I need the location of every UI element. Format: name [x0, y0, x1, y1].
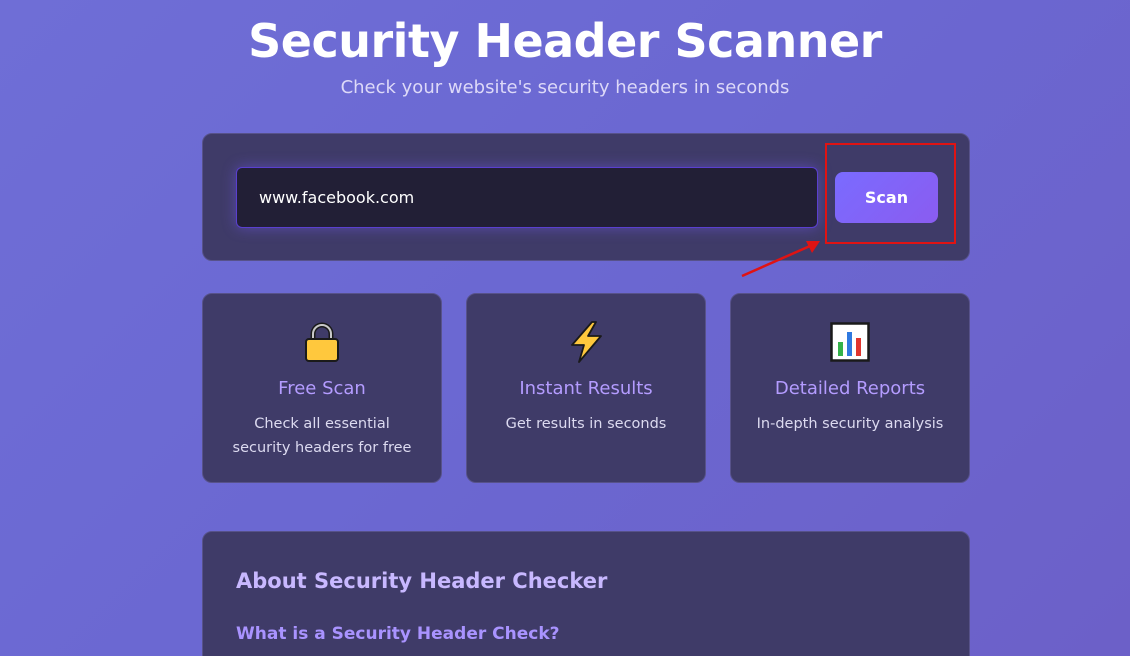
lightning-icon: [467, 320, 705, 364]
feature-title: Free Scan: [278, 378, 366, 399]
feature-card-instant-results: Instant Results Get results in seconds: [466, 293, 706, 483]
feature-card-free-scan: Free Scan Check all essential security h…: [202, 293, 442, 483]
lock-icon: [203, 320, 441, 364]
feature-card-detailed-reports: Detailed Reports In-depth security analy…: [730, 293, 970, 483]
feature-description: Check all essential security headers for…: [232, 416, 412, 456]
url-input[interactable]: [236, 167, 818, 228]
feature-title: Instant Results: [519, 378, 653, 399]
bar-chart-icon: [731, 320, 969, 364]
feature-description: Get results in seconds: [505, 416, 667, 432]
feature-title: Detailed Reports: [774, 378, 926, 399]
scan-panel: Scan: [202, 133, 970, 261]
page-title: Security Header Scanner: [248, 14, 882, 68]
page-subtitle: Check your website's security headers in…: [340, 77, 790, 98]
scan-button[interactable]: Scan: [835, 172, 938, 223]
about-title: About Security Header Checker: [236, 569, 608, 593]
feature-description: In-depth security analysis: [756, 416, 944, 432]
about-subheading: What is a Security Header Check?: [236, 624, 560, 644]
about-panel: About Security Header Checker What is a …: [202, 531, 970, 656]
